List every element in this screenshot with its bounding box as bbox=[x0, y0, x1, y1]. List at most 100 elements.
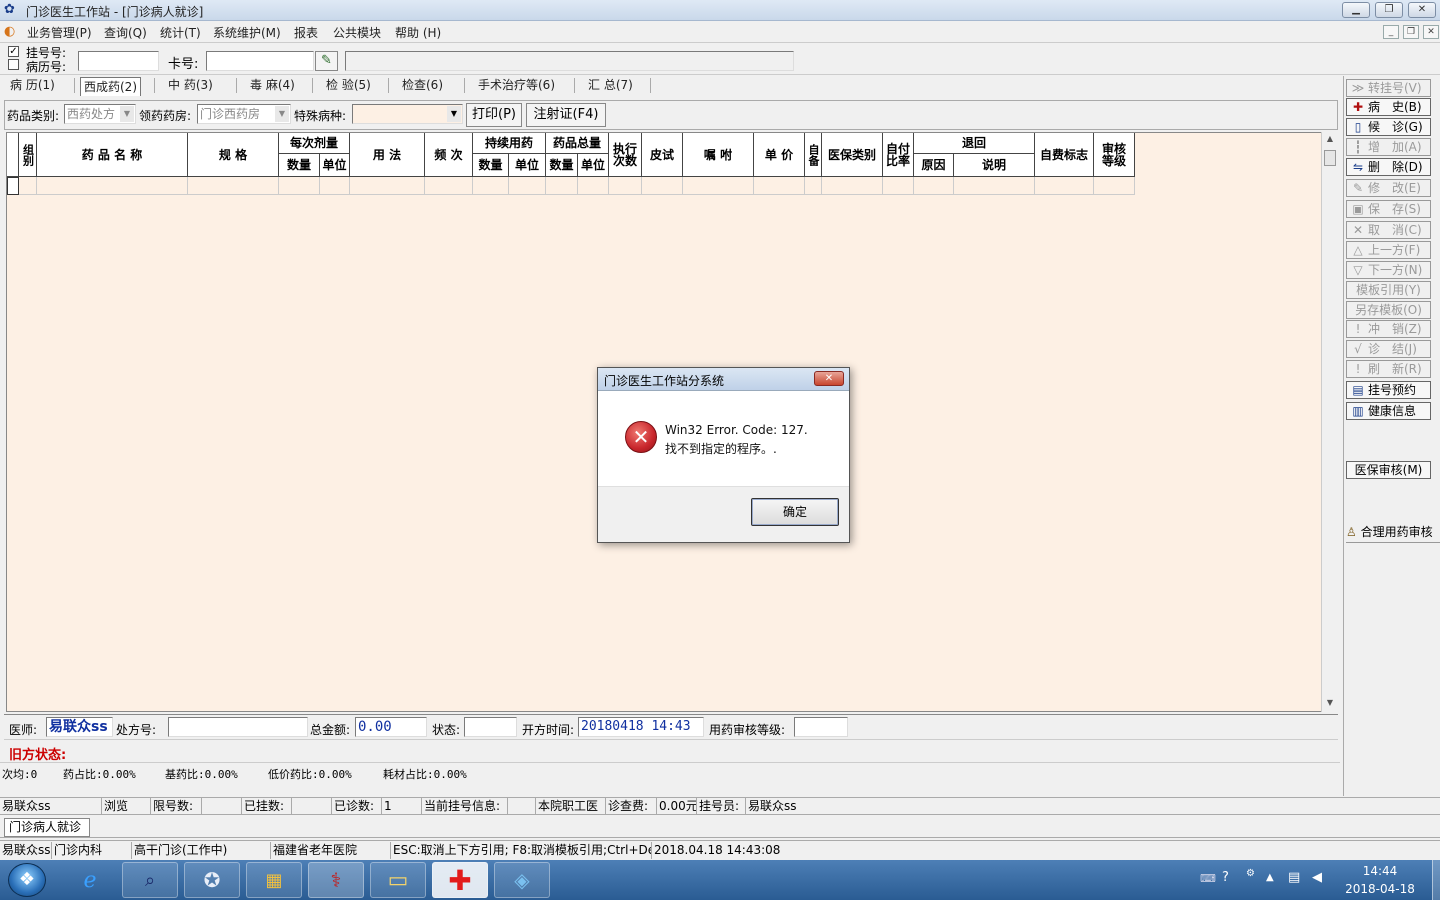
tab-lab-tests[interactable]: 检 验(5) bbox=[326, 76, 371, 95]
scroll-down-arrow-icon[interactable]: ▼ bbox=[1323, 698, 1337, 707]
tab-examinations[interactable]: 检查(6) bbox=[402, 76, 443, 95]
sidebar-button-14[interactable]: ! 刷 新(R) bbox=[1346, 360, 1431, 378]
red-cross-icon[interactable]: ✚ bbox=[432, 862, 488, 898]
grid-cell[interactable] bbox=[546, 177, 578, 195]
tab-chinese-medicine[interactable]: 中 药(3) bbox=[168, 76, 213, 95]
grid-cell[interactable] bbox=[642, 177, 683, 195]
grid-cell[interactable] bbox=[19, 177, 37, 195]
minimize-button[interactable]: ▁ bbox=[1342, 2, 1370, 18]
grid-cell[interactable] bbox=[914, 177, 954, 195]
network-app-icon[interactable]: ◈ bbox=[494, 862, 550, 898]
grid-cell[interactable] bbox=[188, 177, 279, 195]
clock-date[interactable]: 2018-04-18 bbox=[1340, 882, 1420, 896]
grid-cell[interactable] bbox=[425, 177, 473, 195]
sidebar-button-3[interactable]: ┇ 增 加(A) bbox=[1346, 138, 1431, 156]
grid-cell[interactable] bbox=[37, 177, 188, 195]
read-card-button[interactable]: ✎ bbox=[315, 51, 338, 71]
grid-cell[interactable] bbox=[350, 177, 425, 195]
menu-help[interactable]: 帮助 (H) bbox=[395, 24, 441, 41]
grid-cell[interactable] bbox=[805, 177, 822, 195]
menu-business[interactable]: 业务管理(P) bbox=[27, 24, 92, 41]
close-button[interactable]: ✕ bbox=[1408, 2, 1436, 18]
sidebar-button-7[interactable]: ✕ 取 消(C) bbox=[1346, 221, 1431, 239]
sidebar-button-5[interactable]: ✎ 修 改(E) bbox=[1346, 179, 1431, 197]
grid-vertical-scrollbar[interactable]: ▲ ▼ bbox=[1321, 132, 1338, 712]
sidebar-button-9[interactable]: ▽ 下一方(N) bbox=[1346, 261, 1431, 279]
doctor-station-icon[interactable]: ⚕ bbox=[308, 862, 364, 898]
sidebar-button-8[interactable]: △ 上一方(F) bbox=[1346, 241, 1431, 259]
scroll-thumb[interactable] bbox=[1324, 150, 1336, 166]
mdi-restore-button[interactable]: ❐ bbox=[1403, 25, 1419, 39]
sql-tool-icon[interactable]: ⌕ bbox=[122, 862, 178, 898]
sidebar-button-12[interactable]: ! 冲 销(Z) bbox=[1346, 320, 1431, 338]
sidebar-button-4[interactable]: ⇋ 删 除(D) bbox=[1346, 158, 1431, 176]
sidebar-button-6[interactable]: ▣ 保 存(S) bbox=[1346, 200, 1431, 218]
grid-cell[interactable] bbox=[822, 177, 883, 195]
scroll-up-arrow-icon[interactable]: ▲ bbox=[1323, 134, 1337, 143]
drug-type-select[interactable]: 西药处方 ▼ bbox=[64, 104, 136, 124]
record-no-checkbox[interactable] bbox=[8, 59, 19, 70]
grid-cell[interactable] bbox=[1094, 177, 1135, 195]
ie-icon[interactable]: ℯ bbox=[62, 862, 118, 898]
navigator-icon[interactable]: ✪ bbox=[184, 862, 240, 898]
sidebar-button-label: 下一方(N) bbox=[1368, 263, 1423, 277]
patient-id-input[interactable] bbox=[78, 51, 159, 71]
tab-surgery[interactable]: 手术治疗等(6) bbox=[478, 76, 555, 95]
menu-public[interactable]: 公共模块 bbox=[333, 24, 381, 41]
tray-settings-icon[interactable]: ⚙ bbox=[1246, 868, 1255, 879]
grid-cell[interactable] bbox=[754, 177, 805, 195]
network-icon[interactable]: ▤ bbox=[1288, 870, 1300, 885]
folder-icon[interactable]: ▭ bbox=[370, 862, 426, 898]
doc-tab-outpatient[interactable]: 门诊病人就诊 bbox=[4, 818, 90, 837]
special-disease-select[interactable]: ▼ bbox=[352, 104, 463, 124]
print-button[interactable]: 打印(P) bbox=[466, 103, 522, 127]
sidebar-button-1[interactable]: ✚ 病 史(B) bbox=[1346, 98, 1431, 116]
tray-expand-icon[interactable]: ▲ bbox=[1266, 872, 1274, 883]
status-mode: 浏览 bbox=[102, 798, 151, 815]
rational-drug-button[interactable]: ♙ 合理用药审核 bbox=[1346, 523, 1440, 543]
grid-cell[interactable] bbox=[683, 177, 754, 195]
grid-cell[interactable] bbox=[473, 177, 509, 195]
sidebar-button-10[interactable]: 模板引用(Y) bbox=[1346, 281, 1431, 299]
grid-cell[interactable] bbox=[1035, 177, 1094, 195]
volume-icon[interactable]: ◀ bbox=[1312, 870, 1322, 885]
card-no-input[interactable] bbox=[206, 51, 314, 71]
tab-medical-record[interactable]: 病 历(1) bbox=[10, 76, 55, 95]
keyboard-icon[interactable]: ⌨ bbox=[1200, 872, 1216, 885]
row-indicator[interactable] bbox=[7, 177, 19, 195]
menu-query[interactable]: 查询(Q) bbox=[104, 24, 147, 41]
restore-button[interactable]: ❐ bbox=[1375, 2, 1403, 18]
reg-no-checkbox[interactable]: ✓ bbox=[8, 46, 19, 57]
sidebar-button-11[interactable]: 另存模板(O) bbox=[1346, 301, 1431, 319]
grid-cell[interactable] bbox=[883, 177, 914, 195]
sidebar-button-0[interactable]: ≫ 转挂号(V) bbox=[1346, 79, 1431, 97]
tab-western-medicine[interactable]: 西成药(2) bbox=[80, 77, 141, 96]
start-button[interactable]: ❖ bbox=[8, 863, 46, 897]
menu-maintenance[interactable]: 系统维护(M) bbox=[213, 24, 281, 41]
grid-cell[interactable] bbox=[279, 177, 320, 195]
grid-cell[interactable] bbox=[609, 177, 642, 195]
grid-cell[interactable] bbox=[954, 177, 1035, 195]
menu-reports[interactable]: 报表 bbox=[294, 24, 318, 41]
grid-cell[interactable] bbox=[578, 177, 609, 195]
mdi-minimize-button[interactable]: _ bbox=[1383, 25, 1399, 39]
injection-cert-button[interactable]: 注射证(F4) bbox=[526, 103, 606, 127]
show-desktop-button[interactable] bbox=[1432, 860, 1440, 900]
grid-cell[interactable] bbox=[320, 177, 350, 195]
clock-time[interactable]: 14:44 bbox=[1344, 864, 1416, 878]
sidebar-button-15[interactable]: ▤ 挂号预约 bbox=[1346, 381, 1431, 399]
grid-cell[interactable] bbox=[509, 177, 546, 195]
mdi-close-button[interactable]: ✕ bbox=[1423, 25, 1439, 39]
dialog-close-button[interactable]: ✕ bbox=[814, 371, 844, 386]
help-icon[interactable]: ? bbox=[1222, 870, 1229, 885]
menu-stats[interactable]: 统计(T) bbox=[160, 24, 201, 41]
insurance-audit-button[interactable]: 医保审核(M) bbox=[1346, 461, 1431, 479]
pb-tool-icon[interactable]: ▦ bbox=[246, 862, 302, 898]
sidebar-button-13[interactable]: √ 诊 结(J) bbox=[1346, 340, 1431, 358]
dialog-ok-button[interactable]: 确定 bbox=[751, 498, 839, 526]
pharmacy-select[interactable]: 门诊西药房 ▼ bbox=[197, 104, 291, 124]
sidebar-button-16[interactable]: ▥ 健康信息 bbox=[1346, 402, 1431, 420]
tab-summary[interactable]: 汇 总(7) bbox=[588, 76, 633, 95]
tab-narcotics[interactable]: 毒 麻(4) bbox=[250, 76, 295, 95]
sidebar-button-2[interactable]: ▯ 候 诊(G) bbox=[1346, 118, 1431, 136]
